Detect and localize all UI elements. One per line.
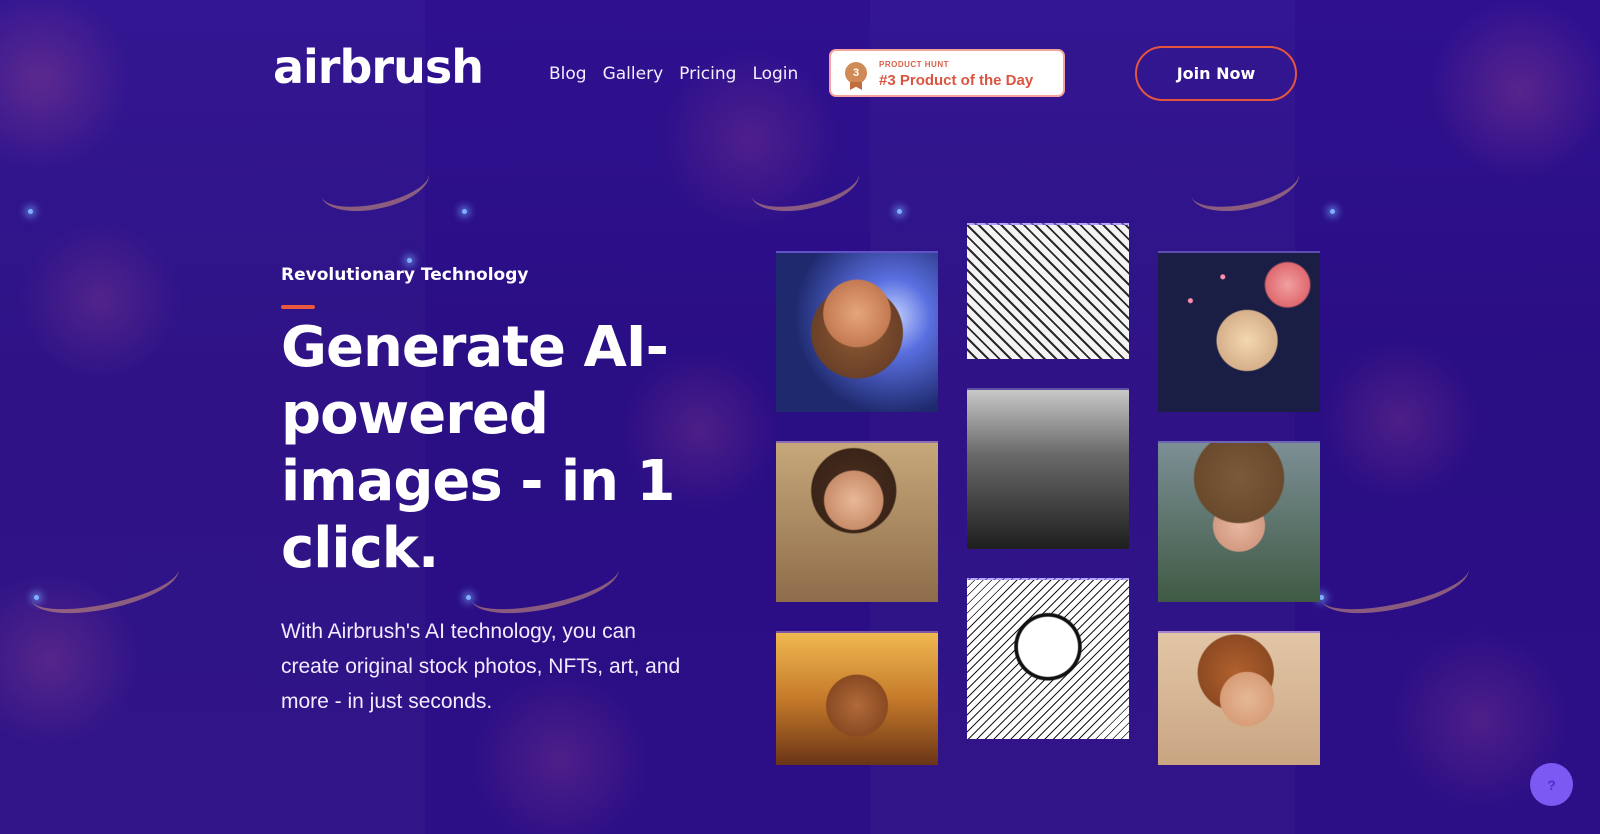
- hero-eyebrow: Revolutionary Technology: [281, 265, 529, 285]
- product-hunt-badge[interactable]: 3 PRODUCT HUNT #3 Product of the Day: [829, 49, 1065, 97]
- chat-widget-button[interactable]: ?: [1530, 763, 1573, 806]
- nav-login-link[interactable]: Login: [752, 64, 798, 84]
- product-hunt-overline: PRODUCT HUNT: [879, 60, 949, 69]
- star-decoration: [897, 209, 902, 214]
- hero-description: With Airbrush's AI technology, you can c…: [281, 620, 681, 713]
- star-decoration: [28, 209, 33, 214]
- decorative-swoosh: [1316, 544, 1474, 625]
- product-hunt-title: #3 Product of the Day: [879, 72, 1034, 89]
- gallery-image-woman-in-cowboy-hat[interactable]: [1158, 441, 1320, 602]
- chat-icon: ?: [1547, 776, 1556, 793]
- gallery-image-black-white-room-scene[interactable]: [967, 388, 1129, 549]
- gallery-image-soft-painted-woman[interactable]: [1158, 631, 1320, 765]
- star-decoration: [34, 595, 39, 600]
- gallery-image-golden-helmet-warrior[interactable]: [776, 631, 938, 765]
- decorative-swoosh: [746, 149, 864, 220]
- airbrush-logo[interactable]: airbrush: [273, 40, 484, 94]
- nav-pricing-link[interactable]: Pricing: [679, 64, 736, 84]
- hero-headline: Generate AI-powered images - in 1 click.: [281, 315, 676, 581]
- main-nav: Blog Gallery Pricing Login: [549, 64, 798, 84]
- medal-icon: 3: [845, 62, 867, 84]
- eyebrow-underline: [281, 305, 315, 309]
- nav-blog-link[interactable]: Blog: [549, 64, 587, 84]
- gallery-image-grumpy-cat[interactable]: [1158, 251, 1320, 412]
- star-decoration: [462, 209, 467, 214]
- nav-gallery-link[interactable]: Gallery: [603, 64, 664, 84]
- gallery-image-cartoon-hero-portrait[interactable]: [776, 251, 938, 412]
- gallery-image-classical-woman-portrait[interactable]: [776, 441, 938, 602]
- star-decoration: [466, 595, 471, 600]
- star-decoration: [1330, 209, 1335, 214]
- join-now-button[interactable]: Join Now: [1135, 46, 1297, 101]
- star-decoration: [407, 258, 412, 263]
- gallery-image-manga-sketch-characters[interactable]: [967, 223, 1129, 359]
- gallery-image-ink-sketch-man[interactable]: [967, 578, 1129, 739]
